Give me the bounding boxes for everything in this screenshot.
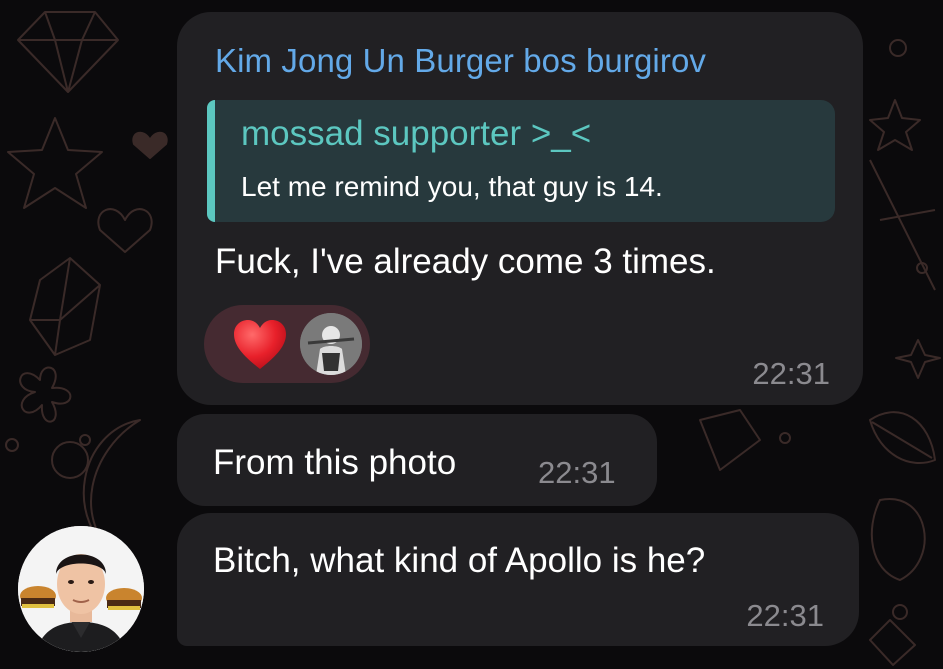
- message-text: Fuck, I've already come 3 times.: [215, 242, 716, 281]
- crystal-doodle: [29, 257, 101, 356]
- heart-emoji-icon: [234, 320, 286, 369]
- spark-right-doodle: [895, 339, 941, 379]
- heart-outline-doodle: [97, 208, 153, 253]
- star-right-doodle: [869, 99, 921, 151]
- diamond-doodle: [17, 11, 119, 93]
- flower-doodle: [19, 366, 72, 423]
- message-time: 22:31: [746, 598, 824, 633]
- heart-doodle: [132, 131, 168, 159]
- shell-doodle: [870, 498, 926, 581]
- sender-name[interactable]: Kim Jong Un Burger bos burgirov: [215, 42, 706, 80]
- message-bubble[interactable]: From this photo 22:31: [177, 414, 657, 506]
- leaf-right-doodle: [869, 411, 936, 465]
- reply-accent-bar: [207, 100, 215, 222]
- reaction-chip[interactable]: [204, 305, 370, 383]
- reply-text: Let me remind you, that guy is 14.: [241, 171, 663, 202]
- user-avatar-icon: [300, 313, 362, 375]
- crystal-right-doodle: [699, 409, 761, 471]
- message-bubble[interactable]: Kim Jong Un Burger bos burgirov mossad s…: [177, 12, 863, 405]
- message-text: From this photo: [213, 443, 457, 482]
- star-doodle: [7, 117, 103, 209]
- sender-avatar[interactable]: [18, 526, 144, 652]
- message-bubble[interactable]: Bitch, what kind of Apollo is he? 22:31: [177, 513, 859, 646]
- message-time: 22:31: [752, 356, 830, 391]
- message-text: Bitch, what kind of Apollo is he?: [213, 541, 706, 580]
- profile-photo-icon: [18, 526, 144, 652]
- reply-sender-name: mossad supporter >_<: [241, 114, 592, 153]
- reply-quote[interactable]: mossad supporter >_< Let me remind you, …: [207, 100, 835, 222]
- reactor-avatar[interactable]: [300, 313, 362, 375]
- message-time: 22:31: [538, 455, 616, 490]
